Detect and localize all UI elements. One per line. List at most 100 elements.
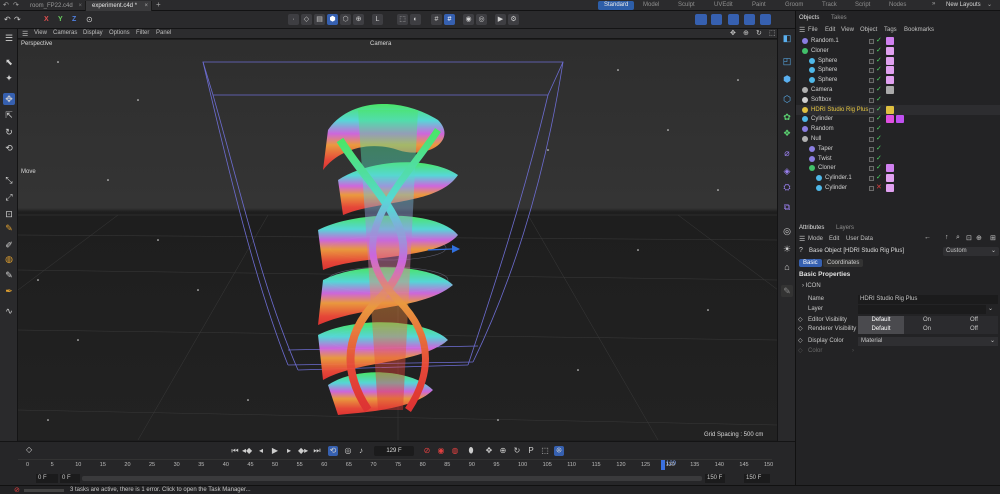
object-name[interactable]: Cylinder.1 [825,173,852,183]
range-slider[interactable] [82,476,702,481]
layout-paint[interactable]: Paint [752,1,766,10]
menu-filter[interactable]: Filter [136,30,149,36]
object-row[interactable]: Cloner ✓ [796,163,1000,173]
keyframe-diamond-icon[interactable]: ◇ [798,347,803,356]
layer-dot-icon[interactable] [869,97,874,103]
tab-basic[interactable]: Basic [799,259,822,267]
object-name[interactable]: Random [811,124,834,134]
panel-icon[interactable] [695,14,707,25]
layer-dot-icon[interactable] [869,166,874,172]
menu-user-data[interactable]: User Data [846,236,873,242]
tag-icon[interactable] [896,115,904,124]
layer-dot-icon[interactable] [869,137,874,142]
link-icon[interactable]: ⊕ [976,234,982,242]
menu-object[interactable]: Object [860,27,877,33]
undo-icon[interactable]: ↶ [4,15,11,24]
menu-cameras[interactable]: Cameras [53,30,77,36]
tag-icon[interactable] [886,164,894,173]
paint-icon[interactable]: ✎ [3,222,15,234]
enabled-check-icon[interactable]: ✓ [876,163,882,173]
new-layouts-label[interactable]: New Layouts [946,2,981,8]
tab-attributes[interactable]: Attributes [799,225,824,231]
status-text[interactable]: 3 tasks are active, there is 1 error. Cl… [70,487,251,493]
menu-edit[interactable]: Edit [829,236,839,242]
object-row[interactable]: Null ✓ [796,134,1000,144]
back-icon[interactable]: ↶ [3,1,9,9]
volume-icon[interactable]: ⛭ [781,181,793,193]
renderer-vis-default[interactable]: Default [858,325,904,334]
polygon-pen-icon[interactable]: ⊡ [3,208,15,220]
enabled-check-icon[interactable]: ✓ [876,114,882,124]
back-arrow-icon[interactable]: ← [924,234,931,241]
object-name[interactable]: Taper [818,144,833,154]
tag-icon[interactable] [886,37,894,45]
object-name[interactable]: Sphere [818,75,837,85]
goto-end-icon[interactable]: ⏭ [312,446,322,456]
grid-snap-icon[interactable]: # [431,14,442,25]
object-row[interactable]: Cloner ✓ [796,46,1000,56]
enabled-check-icon[interactable]: ✓ [876,144,882,154]
solo-icon[interactable]: ◐ [410,14,421,25]
editor-vis-off[interactable]: Off [950,316,998,325]
enabled-check-icon[interactable]: ✓ [876,75,882,85]
magnet-icon[interactable]: ∿ [3,305,15,317]
render-settings-icon[interactable]: ⚙ [508,14,519,25]
object-name[interactable]: HDRI Studio Rig Plus [811,105,868,115]
layout-track[interactable]: Track [822,1,837,10]
param-key-icon[interactable]: P [526,446,536,456]
layer-dot-icon[interactable] [869,78,874,84]
keyframe-diamond-icon[interactable]: ◇ [798,316,803,325]
object-name[interactable]: Cylinder [811,114,833,124]
menu-tags[interactable]: Tags [884,27,897,33]
enabled-check-icon[interactable]: ✓ [876,36,882,46]
enabled-check-icon[interactable]: ✓ [876,124,882,134]
layer-dot-icon[interactable] [869,176,874,182]
keyframe-sel-icon[interactable]: ◍ [450,446,460,456]
layout-sculpt[interactable]: Sculpt [678,1,695,10]
keyframe-diamond-icon[interactable]: ◇ [26,445,32,454]
object-name[interactable]: Softbox [811,95,831,105]
enabled-check-icon[interactable]: ✓ [876,56,882,66]
x-axis-toggle[interactable]: X [44,16,49,23]
workplane-icon[interactable]: ⬚ [397,14,408,25]
menu-icon[interactable]: ☰ [3,32,15,44]
layer-dot-icon[interactable] [869,58,874,64]
tag-icon[interactable] [886,174,894,183]
object-row[interactable]: Cylinder.1 ✓ [796,173,1000,183]
chevron-down-icon[interactable]: ⌄ [987,1,992,8]
layer-dot-icon[interactable] [869,68,874,74]
layout-model[interactable]: Model [643,1,659,10]
viewport-zoom-icon[interactable]: ⊕ [743,29,749,37]
spline-pen-icon[interactable]: ✒ [3,285,15,297]
generator-icon[interactable]: ⬢ [781,73,793,85]
object-name[interactable]: Cylinder [825,183,847,193]
light-icon[interactable]: ☀ [781,243,793,255]
layout-groom[interactable]: Groom [785,1,803,10]
live-selection-icon[interactable]: ✦ [3,72,15,84]
forward-icon[interactable]: ↷ [13,1,19,9]
min-range-field[interactable]: 0 F [60,474,80,483]
render-view-icon[interactable]: ◉ [463,14,474,25]
color-expand-icon[interactable]: › [852,347,854,356]
object-name[interactable]: Camera [811,85,832,95]
viewport-toggle-icon[interactable]: ⬚ [769,29,776,37]
disabled-icon[interactable]: ✕ [876,183,882,193]
deformer-icon[interactable]: ◈ [781,165,793,177]
enabled-check-icon[interactable]: ✓ [876,173,882,183]
start-field[interactable]: 0 F [36,474,58,483]
tab-coordinates[interactable]: Coordinates [823,259,864,267]
attributes-menu-icon[interactable]: ☰ [799,235,805,243]
renderer-vis-on[interactable]: On [904,325,950,334]
menu-panel[interactable]: Panel [156,30,171,36]
file-tab-1[interactable]: experiment.c4d * × [86,1,152,11]
tab-layers[interactable]: Layers [836,225,854,231]
enabled-check-icon[interactable]: ✓ [876,134,882,144]
play-button[interactable]: ▶ [270,446,280,456]
rotate-icon[interactable]: ↻ [3,126,15,138]
render-icon[interactable] [728,14,739,25]
scale-key-icon[interactable]: ↻ [512,446,522,456]
menu-options[interactable]: Options [109,30,130,36]
mograph-icon[interactable]: ✿ [781,111,793,123]
up-arrow-icon[interactable]: ↑ [945,234,949,241]
editor-vis-on[interactable]: On [904,316,950,325]
